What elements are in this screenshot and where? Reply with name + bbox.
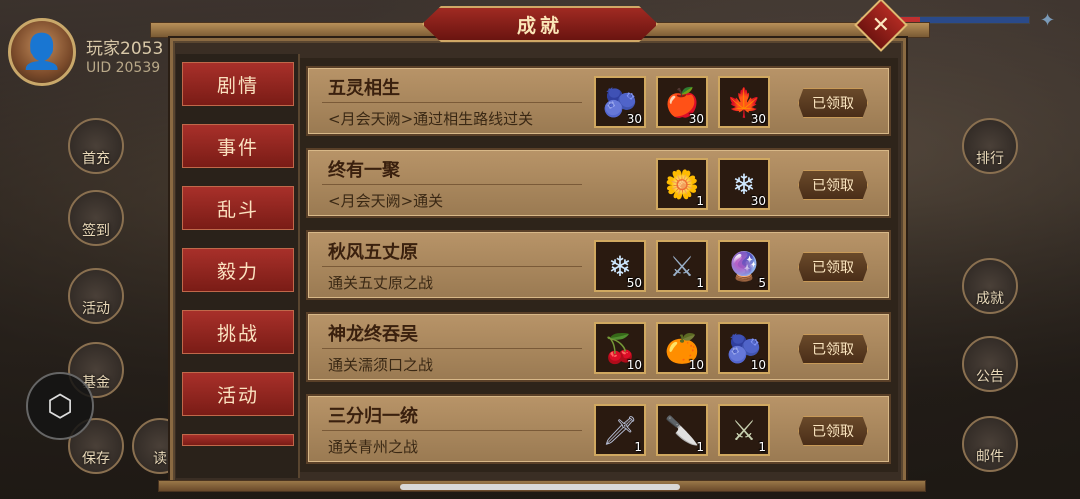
- reward-count: 1: [696, 440, 704, 454]
- hud-label: 保存: [82, 451, 110, 467]
- achievement-desc: 通关五丈原之战: [328, 274, 434, 292]
- flower-icon[interactable]: 🌼 1: [656, 158, 708, 210]
- orange-berries-icon[interactable]: 🍊 10: [656, 322, 708, 374]
- hud-label: 签到: [82, 223, 110, 239]
- claimed-button[interactable]: 已领取: [798, 170, 868, 200]
- achievement-title: 秋风五丈原: [328, 242, 418, 263]
- blue-berries-icon[interactable]: 🫐 10: [718, 322, 770, 374]
- blue-fruit-icon[interactable]: 🫐 30: [594, 76, 646, 128]
- achievement-desc: 通关濡须口之战: [328, 356, 434, 374]
- achievement-desc: 通关青州之战: [328, 438, 419, 456]
- hud-label: 活动: [82, 301, 110, 317]
- achievement-title: 终有一聚: [328, 160, 400, 181]
- claimed-button[interactable]: 已领取: [798, 252, 868, 282]
- bird-icon[interactable]: ✦: [1040, 10, 1055, 31]
- category-tab-perseverance[interactable]: 毅力: [182, 248, 294, 292]
- achievement-button[interactable]: 成就: [962, 258, 1018, 314]
- rainbow-orb-icon[interactable]: 🔮 5: [718, 240, 770, 292]
- claimed-button[interactable]: 已领取: [798, 416, 868, 446]
- reward-count: 50: [626, 276, 642, 290]
- hud-label: 成就: [976, 291, 1004, 307]
- category-tab-more[interactable]: [182, 434, 294, 446]
- divider: [322, 348, 582, 349]
- hud-label: 首充: [82, 151, 110, 167]
- reward-count: 30: [626, 112, 642, 126]
- reward-count: 30: [688, 112, 704, 126]
- achievement-title: 三分归一统: [328, 406, 418, 427]
- reward-count: 30: [750, 112, 766, 126]
- hud-label: 公告: [976, 369, 1004, 385]
- reward-count: 30: [750, 194, 766, 208]
- ranking-button[interactable]: 排行: [962, 118, 1018, 174]
- divider: [322, 102, 582, 103]
- achievement-row: 神龙终吞吴 通关濡须口之战 🍒 10 🍊 10 🫐 10 已领取: [306, 312, 891, 382]
- achievement-desc: <月会天阙>通过相生路线过关: [328, 110, 534, 128]
- hud-label: 排行: [976, 151, 1004, 167]
- achievement-row: 终有一聚 <月会天阙>通关 🌼 1 ❄ 30 已领取: [306, 148, 891, 218]
- red-fruit-icon[interactable]: 🍎 30: [656, 76, 708, 128]
- category-tab-challenge[interactable]: 挑战: [182, 310, 294, 354]
- first-charge-button[interactable]: 首充: [68, 118, 124, 174]
- crystal-icon[interactable]: ❄ 50: [594, 240, 646, 292]
- claimed-button[interactable]: 已领取: [798, 88, 868, 118]
- halberd-icon[interactable]: ⚔ 1: [718, 404, 770, 456]
- divider: [322, 184, 582, 185]
- reward-count: 10: [626, 358, 642, 372]
- claimed-button[interactable]: 已领取: [798, 334, 868, 364]
- achievement-row: 秋风五丈原 通关五丈原之战 ❄ 50 ⚔ 1 🔮 5 已领取: [306, 230, 891, 300]
- category-tab-event[interactable]: 事件: [182, 124, 294, 168]
- reward-count: 10: [750, 358, 766, 372]
- notice-button[interactable]: 公告: [962, 336, 1018, 392]
- achievement-title: 神龙终吞吴: [328, 324, 418, 345]
- player-uid: UID 20539: [86, 60, 161, 76]
- panel-title: 成就: [422, 6, 658, 42]
- spear-icon[interactable]: 🗡 1: [594, 404, 646, 456]
- reward-count: 1: [696, 276, 704, 290]
- player-avatar[interactable]: 👤: [8, 18, 76, 86]
- blade-icon[interactable]: 🔪 1: [656, 404, 708, 456]
- reward-count: 10: [688, 358, 704, 372]
- achievement-desc: <月会天阙>通关: [328, 192, 444, 210]
- achievement-row: 三分归一统 通关青州之战 🗡 1 🔪 1 ⚔ 1 已领取: [306, 394, 891, 464]
- home-indicator[interactable]: [400, 484, 680, 490]
- sword-icon[interactable]: ⚔ 1: [656, 240, 708, 292]
- divider: [322, 266, 582, 267]
- category-tab-activity[interactable]: 活动: [182, 372, 294, 416]
- reward-count: 1: [758, 440, 766, 454]
- category-tab-brawl[interactable]: 乱斗: [182, 186, 294, 230]
- reward-count: 5: [758, 276, 766, 290]
- reward-count: 1: [696, 194, 704, 208]
- red-berries-icon[interactable]: 🍒 10: [594, 322, 646, 374]
- achievement-title: 五灵相生: [328, 78, 400, 99]
- hud-label: 读: [153, 451, 167, 467]
- signin-button[interactable]: 签到: [68, 190, 124, 246]
- close-icon: ✕: [871, 12, 891, 38]
- hud-label: 邮件: [976, 449, 1004, 465]
- achievement-row: 五灵相生 <月会天阙>通过相生路线过关 🫐 30 🍎 30 🍁 30 已领取: [306, 66, 891, 136]
- mail-button[interactable]: 邮件: [962, 416, 1018, 472]
- category-tab-story[interactable]: 剧情: [182, 62, 294, 106]
- crystal-icon[interactable]: ❄ 30: [718, 158, 770, 210]
- reward-count: 1: [634, 440, 642, 454]
- cube-menu-icon[interactable]: ⬡: [26, 372, 94, 440]
- event-button[interactable]: 活动: [68, 268, 124, 324]
- divider: [322, 430, 582, 431]
- red-leaf-icon[interactable]: 🍁 30: [718, 76, 770, 128]
